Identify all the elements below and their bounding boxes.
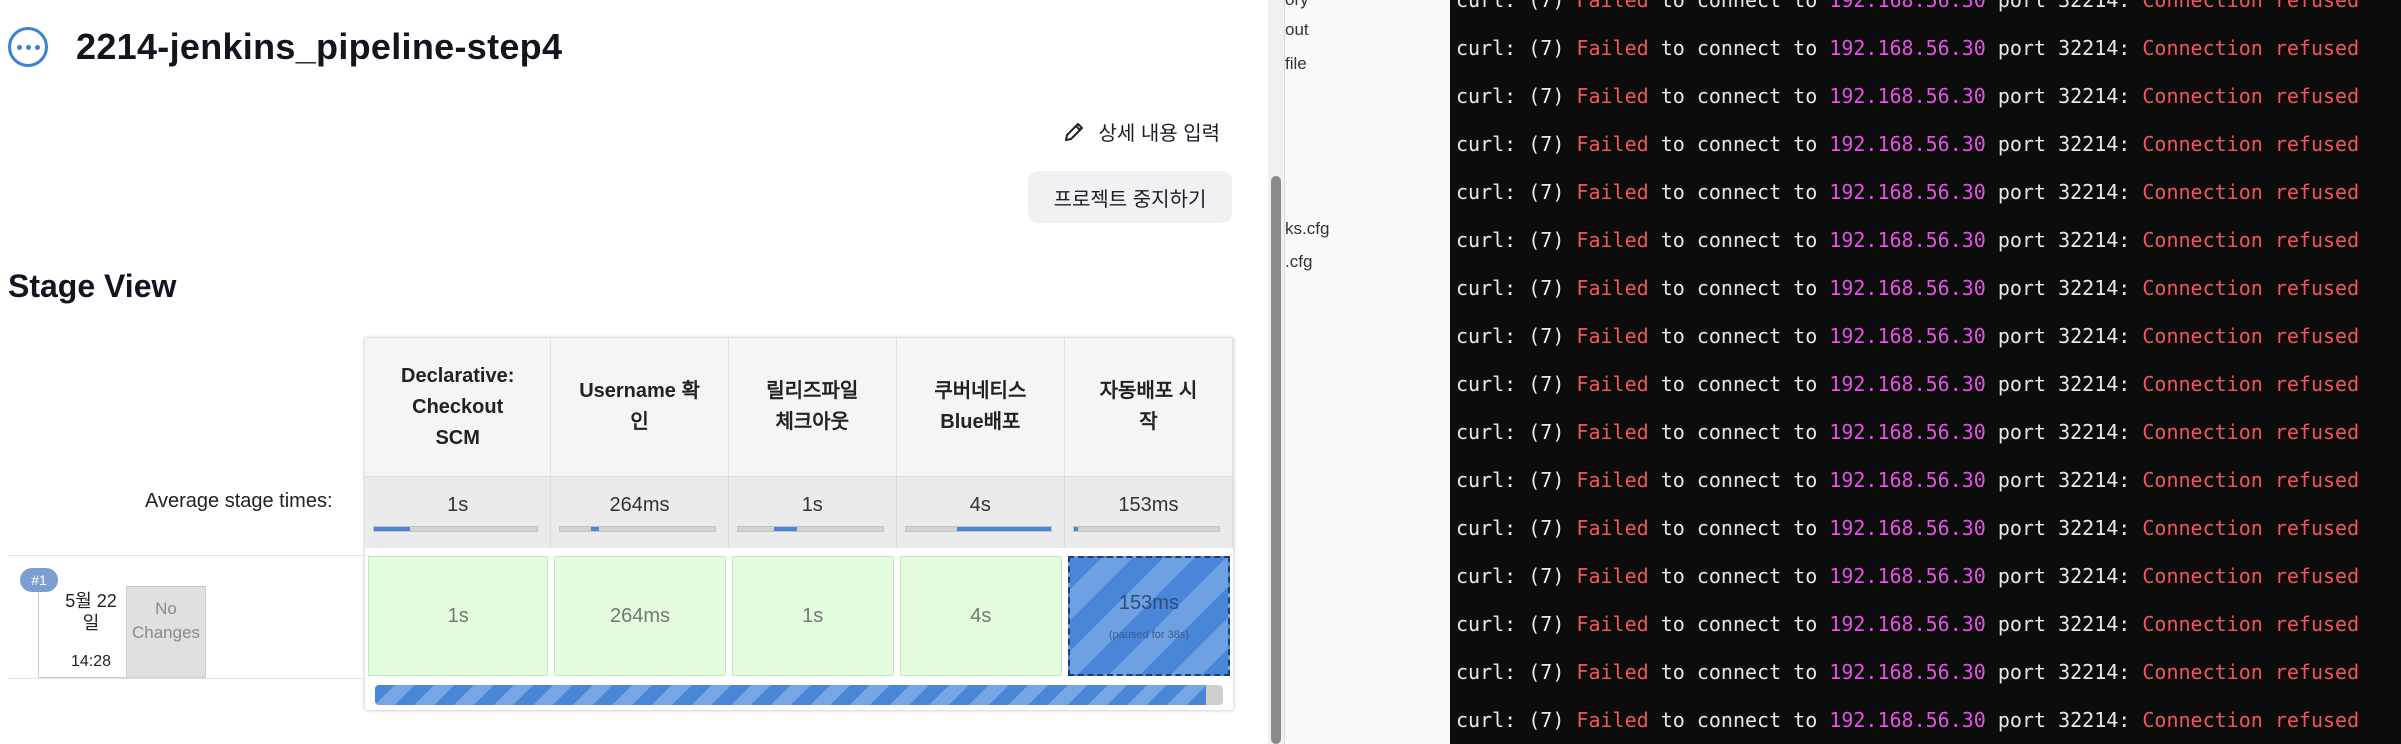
stop-project-button[interactable]: 프로젝트 중지하기 — [1028, 171, 1232, 223]
stage-average-time: 1s — [447, 494, 469, 516]
terminal-line: curl: (7) Failed to connect to 192.168.5… — [1456, 708, 2360, 732]
terminal-line: curl: (7) Failed to connect to 192.168.5… — [1456, 132, 2360, 156]
stage-average-bar — [736, 526, 884, 532]
terminal-line: curl: (7) Failed to connect to 192.168.5… — [1456, 180, 2360, 204]
job-header: 2214-jenkins_pipeline-step4 — [8, 26, 562, 68]
stage-average-bar — [373, 526, 539, 532]
terminal-line: curl: (7) Failed to connect to 192.168.5… — [1456, 36, 2360, 60]
stage-cell-duration: 264ms — [610, 604, 671, 627]
edit-description-link[interactable]: 상세 내용 입력 — [1062, 117, 1220, 146]
terminal-line: curl: (7) Failed to connect to 192.168.5… — [1456, 564, 2360, 588]
stage-average-time: 153ms — [1118, 494, 1179, 516]
terminal-line: curl: (7) Failed to connect to 192.168.5… — [1456, 612, 2360, 636]
terminal-line: curl: (7) Failed to connect to 192.168.5… — [1456, 228, 2360, 252]
stage-average: 1s — [365, 476, 552, 548]
terminal-line: curl: (7) Failed to connect to 192.168.5… — [1456, 324, 2360, 348]
pencil-icon — [1065, 122, 1084, 141]
stage-average-bar-fill — [956, 527, 1051, 531]
file-list-item[interactable]: ory — [1285, 0, 1309, 10]
file-list-item[interactable]: out — [1285, 20, 1309, 40]
no-changes-box[interactable]: No Changes — [126, 586, 206, 678]
stage-header: Username 확인 — [551, 338, 729, 476]
file-list-item[interactable]: file — [1285, 54, 1307, 74]
more-options-icon[interactable] — [8, 27, 48, 67]
build-progress-bar — [375, 685, 1223, 705]
build-row[interactable]: #1 5월 22 일 14:28 No Changes — [8, 555, 366, 679]
edit-description-label: 상세 내용 입력 — [1098, 123, 1220, 145]
terminal-line: curl: (7) Failed to connect to 192.168.5… — [1456, 516, 2360, 540]
build-divider — [38, 586, 39, 678]
stage-cell[interactable]: 4s — [899, 556, 1062, 676]
stage-cell-duration: 153ms — [1118, 591, 1179, 614]
stage-cell[interactable]: 1s — [368, 556, 549, 676]
stage-header: 쿠버네티스 Blue배포 — [896, 338, 1065, 476]
stage-cell-duration: 4s — [970, 604, 992, 627]
file-list-pane: ory out file ks.cfg .cfg — [1284, 0, 1449, 744]
stage-header: 릴리즈파일 체크아웃 — [728, 338, 897, 476]
build-divider — [38, 677, 134, 678]
job-title: 2214-jenkins_pipeline-step4 — [76, 26, 563, 67]
stage-average-bar-fill — [1073, 527, 1079, 531]
stage-average-bar — [904, 526, 1052, 532]
stage-cell-duration: 1s — [802, 604, 824, 627]
stage-average: 264ms — [551, 476, 729, 548]
stage-cell[interactable]: 153ms (paused for 38s) — [1067, 556, 1230, 676]
stage-average-bar-fill — [374, 527, 410, 531]
scrollbar-thumb[interactable] — [1271, 176, 1281, 744]
stage-average-time: 4s — [969, 494, 991, 516]
build-time: 14:28 — [70, 653, 112, 670]
stage-average: 1s — [728, 476, 897, 548]
stage-average-bar-fill — [591, 527, 599, 531]
jenkins-pane: 2214-jenkins_pipeline-step4 상세 내용 입력 프로젝… — [0, 0, 1268, 744]
build-number-badge[interactable]: #1 — [20, 568, 58, 592]
terminal-line: curl: (7) Failed to connect to 192.168.5… — [1456, 276, 2360, 300]
terminal-line: curl: (7) Failed to connect to 192.168.5… — [1456, 84, 2360, 108]
build-date: 5월 22 일 — [65, 591, 117, 633]
stage-average-time: 1s — [801, 494, 823, 516]
terminal-line: curl: (7) Failed to connect to 192.168.5… — [1456, 0, 2360, 12]
stage-average: 4s — [896, 476, 1065, 548]
stage-average-time: 264ms — [609, 494, 670, 516]
stage-paused-note: (paused for 38s) — [1108, 628, 1189, 641]
stage-view-title: Stage View — [8, 268, 177, 304]
terminal-line: curl: (7) Failed to connect to 192.168.5… — [1456, 420, 2360, 444]
file-list-item[interactable]: .cfg — [1285, 252, 1312, 272]
file-list-item[interactable]: ks.cfg — [1285, 219, 1329, 239]
stage-header: Declarative: Checkout SCM — [365, 338, 552, 476]
stage-average-bar — [559, 526, 716, 532]
stage-header: 자동배포 시작 — [1064, 338, 1233, 476]
stage-average: 153ms — [1064, 476, 1233, 548]
stage-average-bar — [1072, 526, 1220, 532]
stage-cell-duration: 1s — [447, 604, 469, 627]
stage-cell[interactable]: 264ms — [554, 556, 726, 676]
terminal-line: curl: (7) Failed to connect to 192.168.5… — [1456, 468, 2360, 492]
terminal-pane[interactable]: curl: (7) Failed to connect to 192.168.5… — [1450, 0, 2401, 744]
build-progress-fill — [375, 685, 1207, 705]
stage-view-table: Declarative: Checkout SCM 1s 1s Username 확 인 26… — [365, 338, 1233, 710]
average-stage-times-label: Average stage times: — [145, 490, 333, 512]
terminal-line: curl: (7) Failed to connect to 192.168.5… — [1456, 660, 2360, 684]
stage-average-bar-fill — [773, 527, 798, 531]
stage-cell[interactable]: 1s — [731, 556, 894, 676]
terminal-line: curl: (7) Failed to connect to 192.168.5… — [1456, 372, 2360, 396]
